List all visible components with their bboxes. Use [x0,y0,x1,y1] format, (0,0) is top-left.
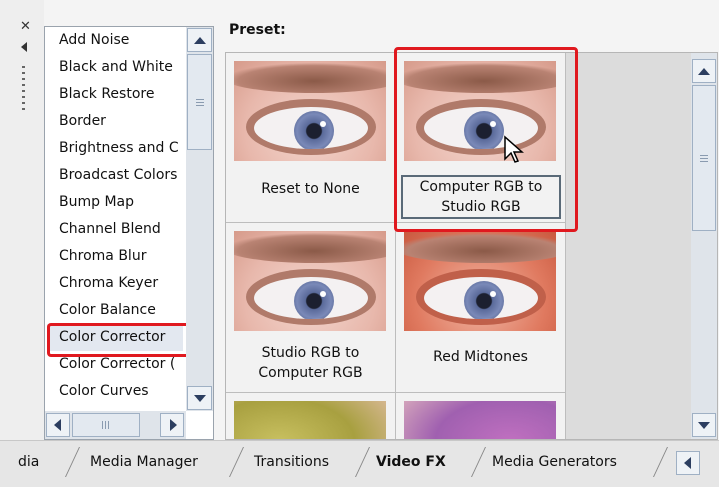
preset-tile-studio-to-computer[interactable]: Studio RGB to Computer RGB [226,223,396,393]
preset-caption: Studio RGB to Computer RGB [226,343,395,383]
preset-thumbnail [234,401,386,439]
effects-list-vscrollbar[interactable] [186,27,213,411]
scroll-right-button[interactable] [160,413,184,437]
chevron-down-icon [698,422,710,429]
preset-highlight [394,47,578,232]
list-item[interactable]: Bump Map [59,189,134,216]
chevron-down-icon [194,395,206,402]
preset-caption: Red Midtones [433,349,528,365]
chevron-left-icon [684,457,691,469]
video-fx-window: ✕ Add Noise Black and White Black Restor… [0,0,719,487]
list-item[interactable]: Chroma Keyer [59,270,158,297]
list-item[interactable]: Black and White [59,54,173,81]
effects-list[interactable]: Add Noise Black and White Black Restore … [44,26,214,440]
dock-grip-panel: ✕ [0,0,44,440]
list-item[interactable]: Color Balance [59,297,156,324]
scroll-thumb[interactable] [187,54,212,150]
effects-list-hscrollbar[interactable] [45,411,186,439]
scroll-thumb[interactable] [692,85,716,231]
list-item[interactable]: Chroma Blur [59,243,146,270]
close-icon[interactable]: ✕ [20,20,31,33]
grip-icon [102,421,110,429]
scroll-thumb-horizontal[interactable] [72,413,140,437]
list-item[interactable]: Border [59,108,106,135]
selection-highlight [47,323,190,357]
dock-grip-icon[interactable] [22,66,25,110]
list-item[interactable]: Channel Blend [59,216,161,243]
scroll-up-button[interactable] [187,28,212,52]
preset-thumbnail [404,401,556,439]
collapse-left-icon[interactable] [21,42,27,52]
tab-transitions[interactable]: Transitions [254,447,329,477]
preset-thumbnail [234,61,386,161]
grip-icon [196,99,204,107]
preset-tile[interactable] [226,393,396,439]
preset-tile-reset[interactable]: Reset to None [226,53,396,223]
list-item[interactable]: Brightness and C [59,135,179,162]
scroll-down-button[interactable] [692,413,716,437]
chevron-left-icon [54,419,61,431]
chevron-up-icon [194,37,206,44]
chevron-right-icon [170,419,177,431]
caption-line: Studio RGB to [261,345,360,361]
list-item[interactable]: Black Restore [59,81,154,108]
list-item[interactable]: Color Curves [59,378,149,405]
tab-media-manager[interactable]: Media Manager [90,447,198,477]
preset-caption: Reset to None [261,181,360,197]
preset-tile-red-midtones[interactable]: Red Midtones [396,223,566,393]
tab-dia[interactable]: dia [18,447,39,477]
preset-thumbnail [234,231,386,331]
tab-video-fx[interactable]: Video FX [376,447,446,477]
preset-tile[interactable] [396,393,566,439]
list-item[interactable]: Add Noise [59,27,129,54]
caption-line: Computer RGB [258,365,363,381]
scroll-up-button[interactable] [692,59,716,83]
preset-thumbnail [404,231,556,331]
tabs-scroll-left-button[interactable] [676,451,700,475]
list-item[interactable]: Broadcast Colors [59,162,177,189]
preset-label: Preset: [229,22,286,38]
window-tab-bar: dia Media Manager Transitions Video FX M… [0,440,719,487]
scroll-down-button[interactable] [187,386,212,410]
mouse-pointer-icon [504,135,524,163]
grip-icon [700,155,708,163]
tab-media-generators[interactable]: Media Generators [492,447,617,477]
scroll-left-button[interactable] [46,413,70,437]
preset-vscrollbar[interactable] [691,53,717,439]
chevron-up-icon [698,68,710,75]
